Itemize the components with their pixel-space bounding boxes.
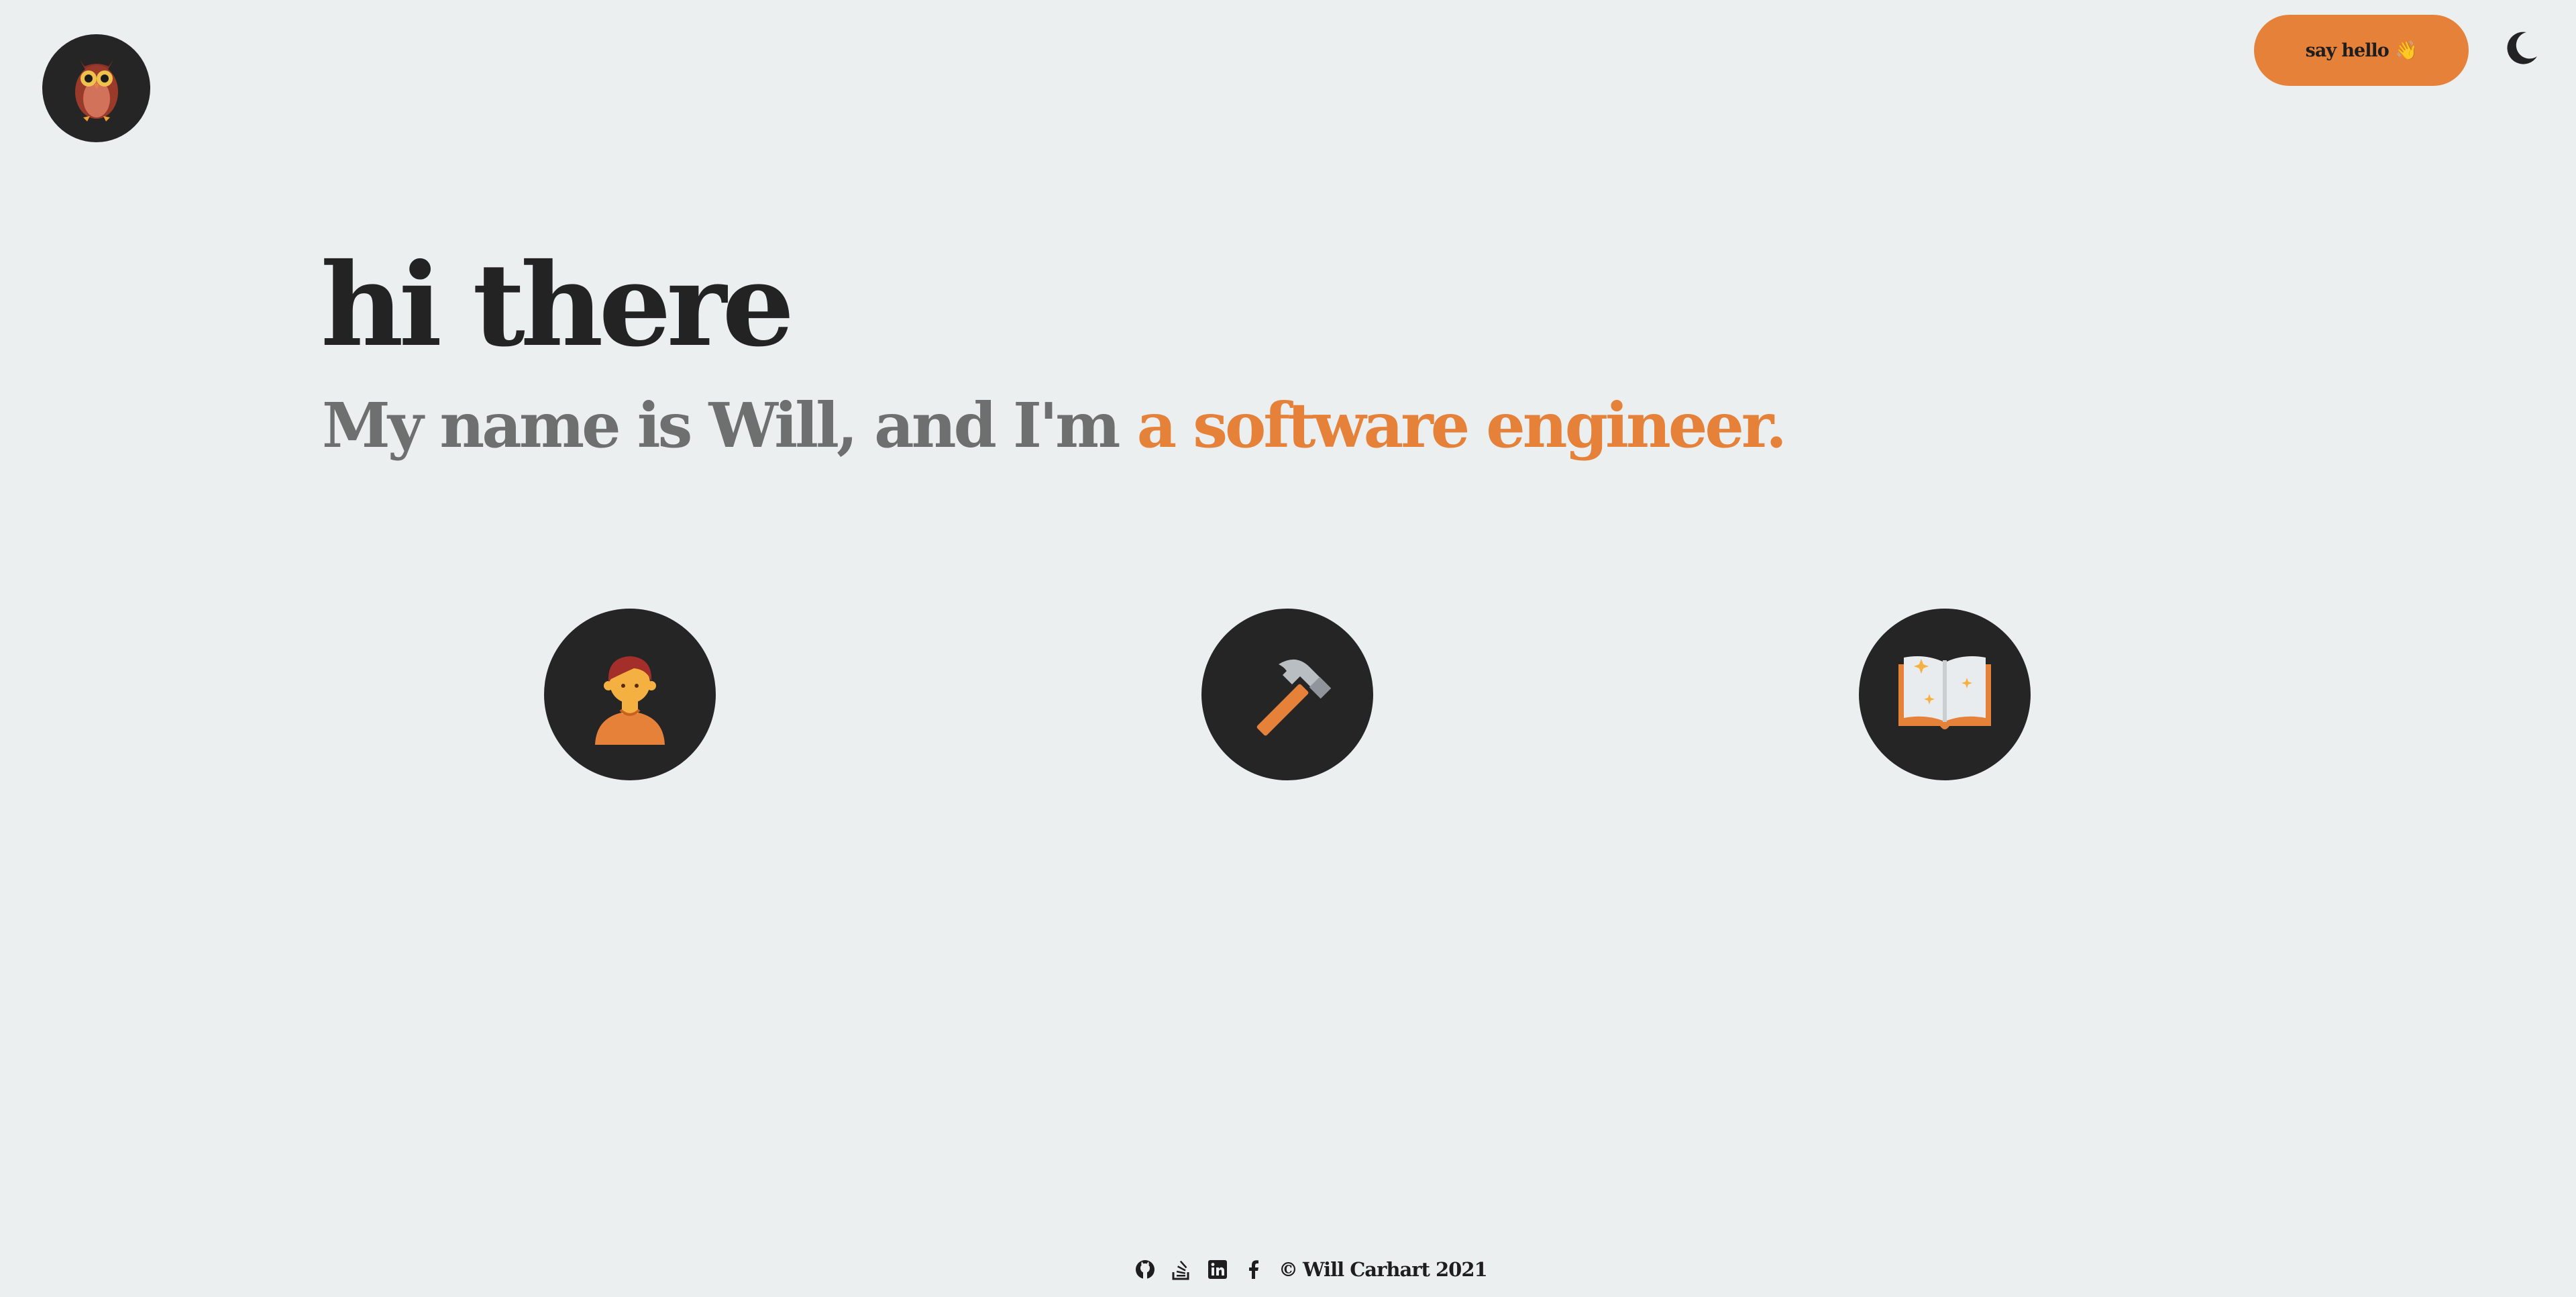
copyright-text: Will Carhart 2021 [1303, 1258, 1488, 1281]
open-book-icon [1898, 656, 1991, 729]
blog-link[interactable] [1859, 609, 2031, 780]
waving-hand-icon: 👋 [2395, 40, 2418, 61]
github-icon [1136, 1260, 1155, 1279]
hammer-icon [1256, 659, 1332, 736]
say-hello-label: say hello [2305, 40, 2390, 61]
say-hello-button[interactable]: say hello 👋 [2254, 15, 2469, 86]
intro-subtitle: My name is Will, and I'm a software engi… [322, 395, 1787, 456]
footer: © Will Carhart 2021 [1134, 1256, 1488, 1283]
copyright: © Will Carhart 2021 [1279, 1258, 1488, 1281]
linkedin-link[interactable] [1206, 1258, 1229, 1281]
projects-link[interactable] [1201, 609, 1373, 780]
about-me-link[interactable] [544, 609, 716, 780]
stack-overflow-icon [1172, 1260, 1189, 1280]
github-link[interactable] [1134, 1258, 1157, 1281]
person-icon [595, 656, 665, 745]
owl-logo[interactable] [42, 34, 150, 142]
linkedin-icon [1208, 1260, 1227, 1279]
theme-toggle-button[interactable] [2501, 27, 2542, 68]
owl-icon [74, 59, 118, 121]
role-highlight: a software engineer. [1136, 389, 1787, 462]
page-title: hi there [321, 238, 794, 372]
copyright-symbol: © [1279, 1258, 1298, 1281]
stack-overflow-link[interactable] [1170, 1258, 1193, 1281]
intro-text: My name is Will, and I'm [322, 389, 1137, 462]
moon-icon [2507, 32, 2537, 64]
facebook-link[interactable] [1242, 1258, 1265, 1281]
facebook-icon [1249, 1260, 1258, 1279]
